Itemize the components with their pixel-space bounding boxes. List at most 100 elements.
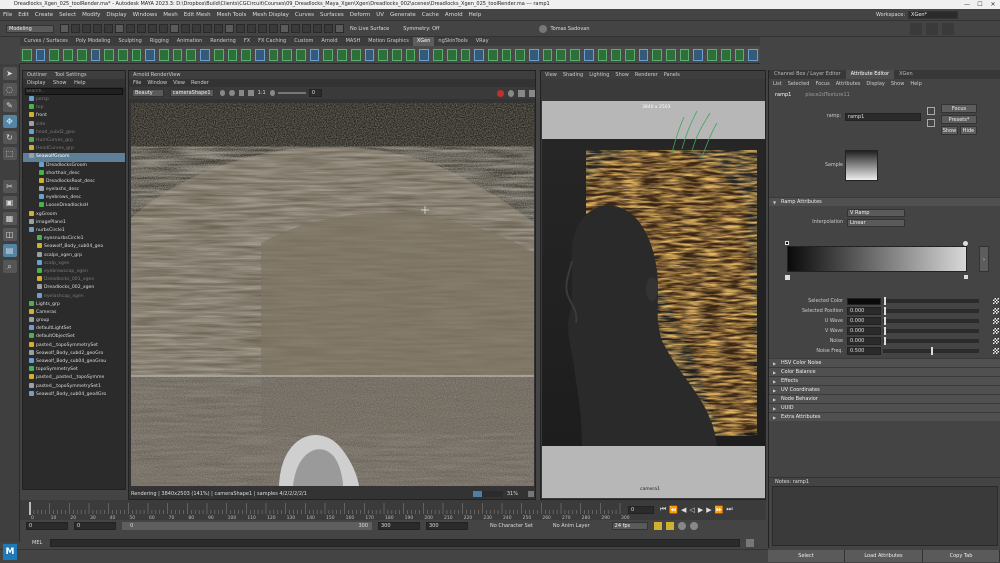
show-button[interactable]: Show [941, 126, 958, 135]
status-tool-icon[interactable] [192, 24, 201, 33]
close-button[interactable]: ✕ [986, 0, 1000, 9]
channel-icon[interactable] [229, 90, 235, 96]
ratio-label[interactable]: 1:1 [258, 90, 266, 96]
status-tool-icon[interactable] [236, 24, 245, 33]
attr-field-selected-position[interactable]: 0.000 [847, 307, 881, 315]
xgen-shelf-icon[interactable] [186, 48, 197, 61]
aov-dropdown[interactable]: Beauty [132, 89, 164, 97]
outliner-item[interactable]: eyesnurbsCircle1 [23, 235, 125, 243]
animation-end-field[interactable]: 300 [426, 521, 468, 530]
shelf-tab-animation[interactable]: Animation [173, 37, 207, 46]
select-button[interactable]: Select [768, 550, 845, 562]
menu-windows[interactable]: Windows [130, 9, 161, 21]
xgen-shelf-icon[interactable] [446, 48, 457, 61]
outliner-menu-help[interactable]: Help [74, 80, 85, 86]
layout-single-icon[interactable]: ▣ [2, 196, 17, 209]
rotate-tool-icon[interactable]: ↻ [2, 131, 17, 144]
viewport-menu-show[interactable]: Show [615, 71, 629, 79]
menu-surfaces[interactable]: Surfaces [317, 9, 347, 21]
key-icon[interactable] [665, 521, 674, 530]
xgen-shelf-icon[interactable] [720, 48, 731, 61]
interpolation-dropdown[interactable]: Linear [847, 219, 905, 227]
outliner-item[interactable]: shorthair_desc [23, 169, 125, 178]
presets-button[interactable]: Presets* [941, 115, 977, 124]
xgen-shelf-icon[interactable] [666, 48, 676, 61]
menu-set-dropdown[interactable]: Modeling [6, 24, 54, 33]
section-ramp-attributes[interactable]: Ramp Attributes [769, 197, 1000, 207]
slider-handle[interactable] [931, 347, 933, 355]
xgen-shelf-icon[interactable] [145, 48, 156, 61]
range-slider[interactable]: 0 300 [122, 521, 372, 530]
outliner-item[interactable]: DreadlocksRoot_desc [23, 177, 125, 186]
xgen-shelf-icon[interactable] [323, 48, 334, 61]
attr-menu-show[interactable]: Show [891, 79, 905, 89]
attr-slider-noise[interactable] [883, 337, 979, 345]
map-button-icon[interactable] [993, 308, 999, 314]
outliner-item[interactable]: defaultObjectSet [23, 333, 125, 341]
shelf-tab-custom[interactable]: Custom [290, 37, 317, 46]
xgen-shelf-icon[interactable] [624, 48, 635, 61]
shelf-tab-arnold[interactable]: Arnold [317, 37, 341, 46]
attr-menu-selected[interactable]: Selected [788, 79, 810, 89]
menu-arnold[interactable]: Arnold [442, 9, 466, 21]
outliner-item[interactable]: eyelashs_desc [23, 186, 125, 194]
status-tool-icon[interactable] [137, 24, 146, 33]
panel-toggle-icon[interactable] [941, 22, 954, 35]
xgen-shelf-icon[interactable] [241, 48, 251, 61]
status-tool-icon[interactable] [203, 24, 212, 33]
menu-select[interactable]: Select [56, 9, 79, 21]
display-mode-icon[interactable] [219, 90, 226, 96]
map-button-icon[interactable] [993, 298, 999, 304]
xgen-shelf-icon[interactable] [748, 48, 758, 61]
layout-four-icon[interactable]: ▦ [2, 212, 17, 225]
map-button-icon[interactable] [993, 318, 999, 324]
status-tool-icon[interactable] [71, 24, 80, 33]
xgen-shelf-icon[interactable] [734, 48, 745, 61]
status-tool-icon[interactable] [302, 24, 311, 33]
map-button-icon[interactable] [993, 348, 999, 354]
refresh-render-icon[interactable] [507, 89, 515, 97]
viewport-menu-view[interactable]: View [545, 71, 557, 79]
step-forward-icon[interactable]: ▶ [706, 506, 711, 514]
menu-help[interactable]: Help [466, 9, 485, 21]
status-tool-icon[interactable] [324, 24, 333, 33]
outliner-item[interactable]: HumCurves_grp [23, 136, 125, 145]
xgen-shelf-icon[interactable] [652, 48, 663, 61]
layout-outliner-icon[interactable]: ▤ [2, 244, 17, 257]
shelf-tab-fx-caching[interactable]: FX Caching [254, 37, 290, 46]
xgen-shelf-icon[interactable] [76, 48, 87, 61]
outliner-item[interactable]: Cameras [23, 308, 125, 317]
xgen-shelf-icon[interactable] [419, 48, 430, 61]
xgen-shelf-icon[interactable] [296, 48, 306, 61]
outliner-item[interactable]: eyebrowscap_xgen [23, 267, 125, 276]
step-back-key-icon[interactable]: ⏪ [669, 506, 678, 514]
xgen-shelf-icon[interactable] [49, 48, 60, 61]
outliner-menu-show[interactable]: Show [53, 80, 67, 86]
menu-mesh-tools[interactable]: Mesh Tools [214, 9, 250, 21]
xgen-shelf-icon[interactable] [679, 48, 690, 61]
anim-layer-dropdown[interactable]: No Anim Layer [553, 523, 590, 529]
viewport-menu-shading[interactable]: Shading [563, 71, 583, 79]
zoom-icon[interactable] [528, 491, 534, 497]
status-tool-icon[interactable] [269, 24, 278, 33]
menu-file[interactable]: File [0, 9, 15, 21]
ramp-delete-icon[interactable] [785, 275, 790, 280]
xgen-shelf-icon[interactable] [583, 48, 594, 61]
outliner-item[interactable]: pasted__topoSymmetrySet [23, 341, 125, 350]
menu-curves[interactable]: Curves [292, 9, 317, 21]
xgen-shelf-icon[interactable] [391, 48, 402, 61]
outliner-item[interactable]: Seawolf_Body_subd2_geoGro [23, 349, 125, 358]
xgen-shelf-icon[interactable] [254, 48, 265, 61]
status-tool-icon[interactable] [258, 24, 267, 33]
outliner-item[interactable]: Dreadlocks_001_xgen [23, 276, 125, 284]
attr-menu-help[interactable]: Help [910, 79, 921, 89]
lasso-tool-icon[interactable]: ◌ [2, 83, 17, 96]
search-icon[interactable]: ⌕ [2, 260, 17, 273]
xgen-shelf-icon[interactable] [364, 48, 375, 61]
attr-menu-focus[interactable]: Focus [815, 79, 829, 89]
xgen-tool-icon[interactable]: ✂ [2, 180, 17, 193]
go-to-start-icon[interactable]: ⏮ [660, 505, 666, 514]
outliner-item[interactable]: eyelashcap_xgen [23, 292, 125, 301]
status-tool-icon[interactable] [126, 24, 135, 33]
shelf-tab-xgen[interactable]: XGen [412, 37, 435, 46]
